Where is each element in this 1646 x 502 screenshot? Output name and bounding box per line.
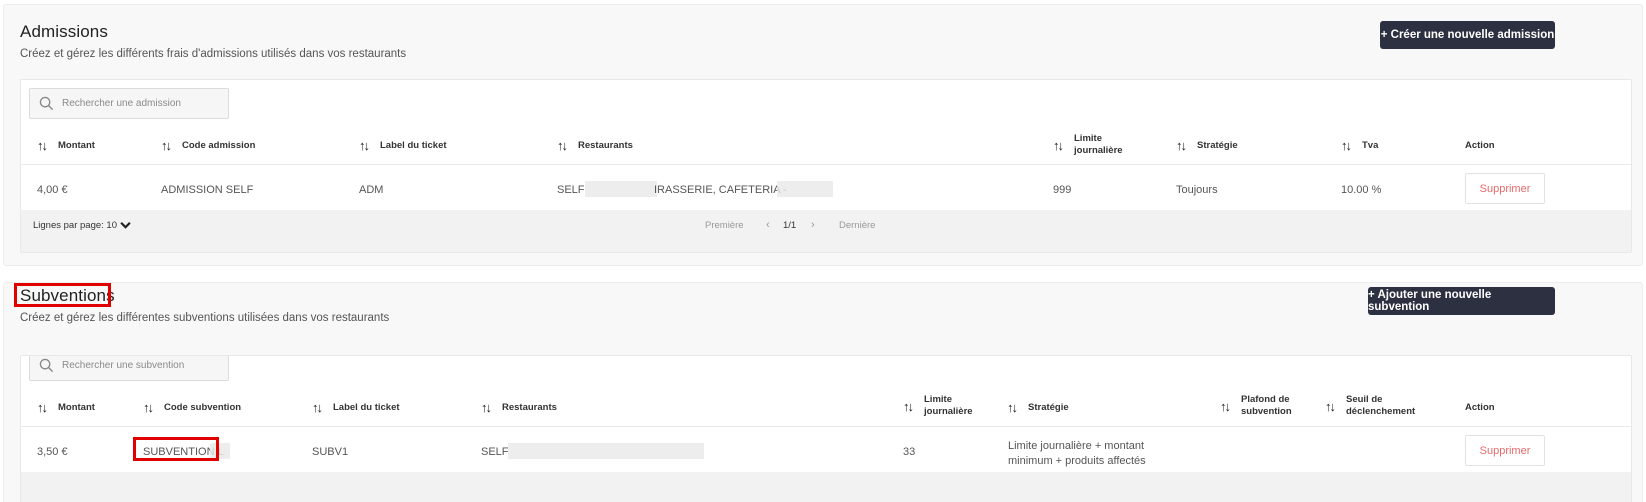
col-header-label-ticket[interactable]: ↑↓ Label du ticket	[359, 138, 447, 153]
col-header-plafond[interactable]: ↑↓ Plafond de subvention	[1220, 394, 1292, 418]
cell-restaurants-end: IRASSERIE, CAFETERIA -	[654, 184, 787, 196]
header-divider	[21, 426, 1631, 427]
page-indicator: 1/1	[783, 220, 797, 231]
col-header-restaurants[interactable]: ↑↓ Restaurants	[481, 400, 557, 415]
admissions-search-box[interactable]	[29, 88, 229, 119]
cell-montant: 3,50 €	[37, 446, 68, 458]
search-icon	[39, 358, 54, 373]
cell-strategie: Limite journalière + montant minimum + pr…	[1008, 440, 1146, 467]
col-header-code-subvention[interactable]: ↑↓ Code subvention	[143, 400, 241, 415]
col-header-restaurants[interactable]: ↑↓ Restaurants	[557, 138, 633, 153]
subventions-search-box[interactable]	[29, 356, 229, 381]
sort-arrows-icon: ↑↓	[1325, 398, 1336, 414]
sort-arrows-icon: ↑↓	[312, 400, 323, 415]
col-header-strategie[interactable]: ↑↓ Stratégie	[1176, 138, 1238, 153]
col-header-label-ticket[interactable]: ↑↓ Label du ticket	[312, 400, 400, 415]
cell-restaurants-start: SELF	[557, 184, 585, 196]
col-header-seuil[interactable]: ↑↓ Seuil de déclenchement	[1325, 394, 1415, 418]
search-icon	[39, 96, 54, 111]
redacted-text	[585, 181, 657, 197]
highlight-box-title	[14, 283, 111, 307]
header-divider	[21, 164, 1631, 165]
col-header-tva[interactable]: ↑↓ Tva	[1341, 138, 1378, 153]
cell-tva: 10.00 %	[1341, 184, 1382, 196]
redacted-text	[508, 443, 704, 459]
cell-strategie: Toujours	[1176, 184, 1218, 196]
highlight-box-code	[133, 437, 219, 461]
cell-label-ticket: ADM	[359, 184, 384, 196]
cell-montant: 4,00 €	[37, 184, 68, 196]
delete-subvention-button[interactable]: Supprimer	[1465, 435, 1545, 466]
sort-arrows-icon: ↑↓	[481, 400, 492, 415]
col-header-strategie[interactable]: ↑↓ Stratégie	[1007, 400, 1069, 415]
sort-arrows-icon: ↑↓	[1007, 400, 1018, 415]
sort-arrows-icon: ↑↓	[903, 398, 914, 414]
cell-restaurants: SELF	[481, 446, 509, 458]
subventions-section: Subventions Créez et gérez les différent…	[3, 282, 1643, 502]
sort-arrows-icon: ↑↓	[161, 138, 172, 153]
cell-label-ticket: SUBV1	[312, 446, 349, 458]
col-header-code-admission[interactable]: ↑↓ Code admission	[161, 138, 255, 153]
first-page-link[interactable]: Première	[705, 220, 744, 231]
rows-per-page[interactable]: Lignes par page: 10	[33, 220, 131, 231]
sort-arrows-icon: ↑↓	[37, 400, 48, 415]
subventions-search-input[interactable]	[62, 360, 222, 371]
last-page-link[interactable]: Dernière	[839, 220, 875, 231]
sort-arrows-icon: ↑↓	[37, 138, 48, 153]
add-subvention-button[interactable]: + Ajouter une nouvelle subvention	[1368, 287, 1555, 315]
col-header-action: Action	[1465, 402, 1495, 413]
pagination-footer: Lignes par page: 10 Première ‹ 1/1 › Der…	[21, 210, 1631, 252]
admissions-description: Créez et gérez les différents frais d'ad…	[20, 48, 407, 60]
sort-arrows-icon: ↑↓	[143, 400, 154, 415]
admissions-table-card: ↑↓Montant ↑↓Code admission ↑↓Label du ti…	[20, 79, 1632, 253]
create-admission-button[interactable]: + Créer une nouvelle admission	[1380, 21, 1555, 49]
sort-arrows-icon: ↑↓	[557, 138, 568, 153]
subventions-description: Créez et gérez les différentes subventio…	[20, 312, 390, 324]
redacted-text	[777, 181, 833, 197]
cell-limite: 33	[903, 446, 916, 458]
sort-arrows-icon: ↑↓	[1220, 398, 1231, 414]
admissions-title: Admissions	[20, 22, 108, 41]
col-header-montant[interactable]: ↑↓ Montant	[37, 138, 95, 153]
chevron-left-icon[interactable]: ‹	[766, 219, 770, 231]
col-header-action: Action	[1465, 140, 1495, 151]
chevron-down-icon	[120, 221, 131, 229]
admissions-section: Admissions Créez et gérez les différents…	[3, 4, 1643, 266]
admissions-search-input[interactable]	[62, 98, 222, 109]
sort-arrows-icon: ↑↓	[1053, 137, 1064, 153]
sort-arrows-icon: ↑↓	[1176, 138, 1187, 153]
col-header-limite-journaliere[interactable]: ↑↓ Limite journalière	[903, 394, 973, 418]
sort-arrows-icon: ↑↓	[359, 138, 370, 153]
cell-limite: 999	[1053, 184, 1072, 196]
col-header-limite-journaliere[interactable]: ↑↓ Limite journalière	[1053, 133, 1123, 157]
pagination-footer	[21, 472, 1631, 502]
chevron-right-icon[interactable]: ›	[811, 219, 815, 231]
cell-code-admission: ADMISSION SELF	[161, 184, 254, 196]
delete-admission-button[interactable]: Supprimer	[1465, 173, 1545, 204]
col-header-montant[interactable]: ↑↓ Montant	[37, 400, 95, 415]
sort-arrows-icon: ↑↓	[1341, 138, 1352, 153]
subventions-table-card: ↑↓Montant ↑↓Code subvention ↑↓Label du t…	[20, 355, 1632, 502]
